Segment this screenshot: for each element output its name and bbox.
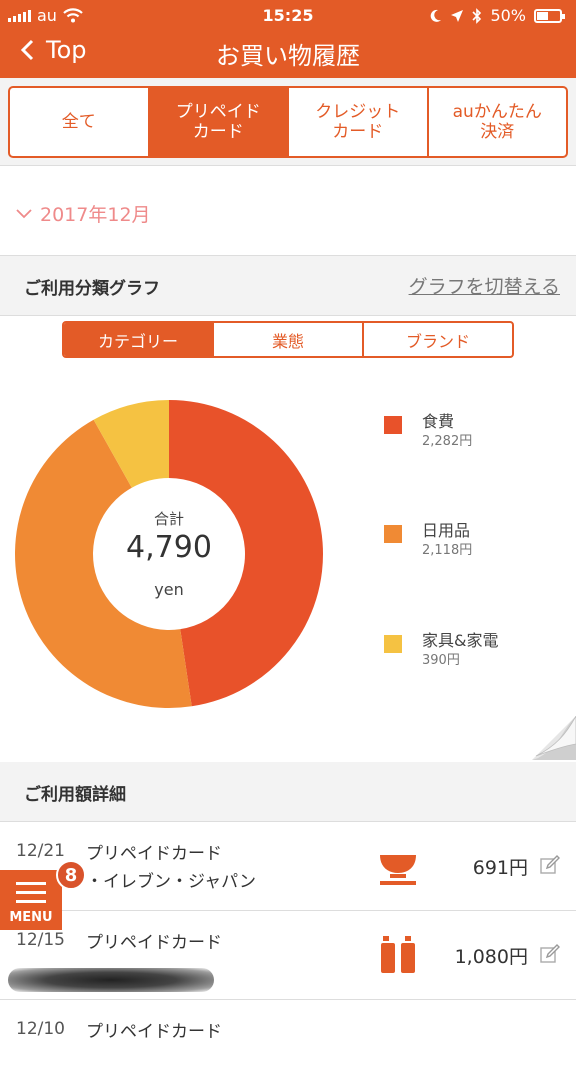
legend-name: 家具&家電 [422, 631, 499, 650]
nav-bar: Top お買い物履歴 [0, 32, 576, 78]
bluetooth-icon [472, 7, 482, 24]
transaction-payment: プリペイドカード [86, 933, 222, 953]
transaction-amount: 1,080円 [454, 946, 528, 968]
battery-icon [534, 8, 565, 23]
total-label: 合計 [153, 510, 184, 528]
hamburger-icon [16, 882, 46, 909]
transaction-date: 12/15 [16, 930, 65, 950]
transaction-merchant: ・イレブン・ジャパン [86, 872, 256, 892]
legend-swatch [384, 416, 402, 434]
status-bar: au 15:25 50% [0, 0, 576, 32]
total-value: 4,790 [126, 530, 212, 565]
transaction-payment: プリペイドカード [86, 844, 222, 864]
transaction-row[interactable]: 12/15 プリペイドカード 1,080円 [0, 912, 576, 1000]
detail-section-title: ご利用額詳細 [24, 785, 126, 805]
switch-graph-link[interactable]: グラフを切替える [409, 272, 560, 299]
rice-bowl-icon [380, 855, 416, 885]
legend-value: 390円 [422, 653, 460, 668]
legend-value: 2,282円 [422, 434, 473, 449]
battery-percent: 50% [490, 6, 526, 25]
app-header: au 15:25 50% Top お買い物履歴 [0, 0, 576, 78]
graph-section-title: ご利用分類グラフ [24, 279, 160, 299]
legend-name: 食費 [422, 412, 455, 431]
notification-badge: 8 [56, 860, 86, 890]
tab-business-type[interactable]: 業態 [212, 323, 362, 356]
status-right: 50% [430, 6, 565, 25]
total-unit: yen [154, 580, 184, 599]
payment-tabbar: 全て プリペイド カード クレジット カード auかんたん 決済 [0, 78, 576, 166]
tab-all[interactable]: 全て [10, 88, 148, 156]
transaction-payment: プリペイドカード [86, 1022, 222, 1042]
transaction-date: 12/10 [16, 1019, 65, 1039]
tab-prepaid[interactable]: プリペイド カード [147, 88, 287, 156]
legend-item-food: 食費 2,282円 [384, 408, 564, 452]
month-label: 2017年12月 [40, 204, 151, 226]
page-curl-icon[interactable] [532, 716, 576, 760]
month-section: 2017年12月 [0, 166, 576, 256]
tab-category[interactable]: カテゴリー [64, 323, 212, 356]
graph-type-tabs: カテゴリー 業態 ブランド [62, 321, 514, 358]
page-title: お買い物履歴 [216, 42, 360, 70]
month-selector[interactable]: 2017年12月 [16, 200, 151, 227]
menu-label: MENU [9, 910, 53, 925]
menu-button[interactable]: MENU [0, 870, 62, 930]
moon-icon [431, 9, 442, 22]
bottles-icon [381, 936, 415, 973]
transaction-amount: 691円 [472, 857, 528, 879]
transaction-date: 12/21 [16, 841, 65, 861]
edit-icon[interactable] [540, 855, 560, 875]
detail-section-header: ご利用額詳細 [0, 762, 576, 822]
transaction-row[interactable]: 12/21 プリペイドカード ・イレブン・ジャパン 691円 [0, 823, 576, 911]
tab-brand[interactable]: ブランド [362, 323, 512, 356]
payment-type-tabs: 全て プリペイド カード クレジット カード auかんたん 決済 [8, 86, 568, 158]
tab-au-easy-pay[interactable]: auかんたん 決済 [426, 88, 567, 156]
tab-credit[interactable]: クレジット カード [287, 88, 427, 156]
legend-value: 2,118円 [422, 543, 473, 558]
location-icon [451, 9, 464, 22]
graph-section-header: ご利用分類グラフ グラフを切替える [0, 256, 576, 316]
redacted-merchant [8, 968, 214, 992]
transaction-row[interactable]: 12/10 プリペイドカード [0, 1001, 576, 1089]
legend-item-daily-goods: 日用品 2,118円 [384, 517, 564, 561]
legend-swatch [384, 525, 402, 543]
chevron-down-icon [16, 208, 32, 218]
legend-swatch [384, 635, 402, 653]
legend-item-furniture-appliances: 家具&家電 390円 [384, 627, 564, 671]
legend-name: 日用品 [422, 521, 471, 540]
edit-icon[interactable] [540, 944, 560, 964]
